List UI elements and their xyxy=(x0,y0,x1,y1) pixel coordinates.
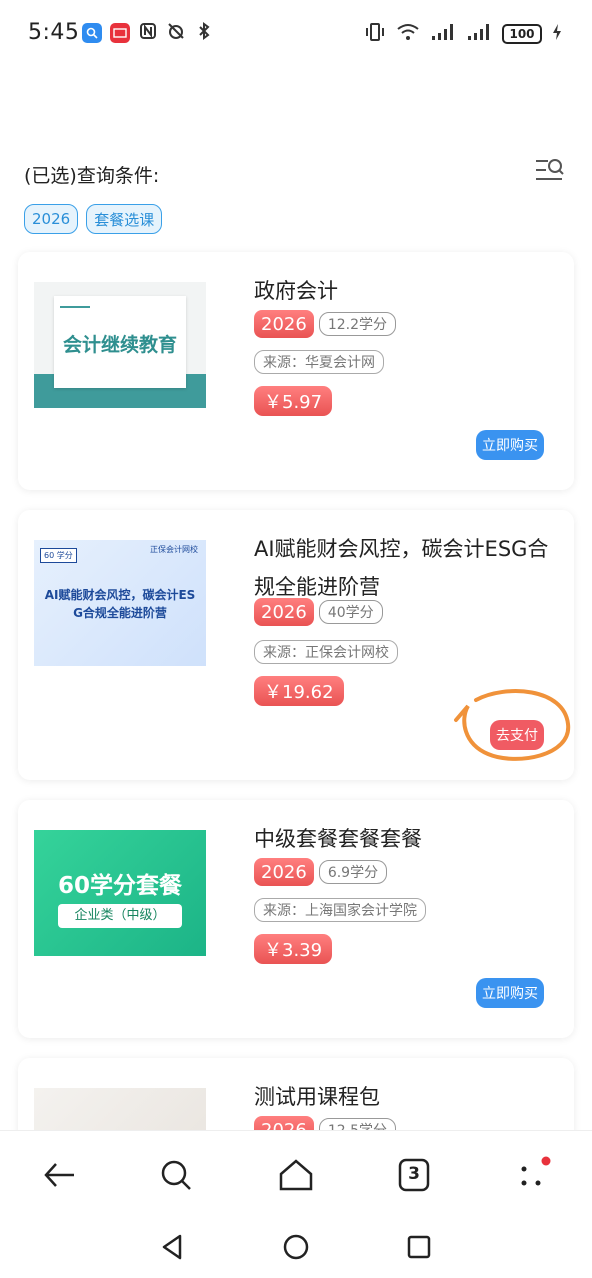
course-title: AI赋能财会风控，碳会计ESG合规全能进阶营 xyxy=(254,537,549,599)
course-title: 政府会计 xyxy=(254,279,338,303)
status-time: 5:45 xyxy=(28,20,80,45)
home-icon[interactable] xyxy=(276,1155,316,1195)
filter-title: (已选)查询条件: xyxy=(24,165,160,187)
course-source: 来源：正保会计网校 xyxy=(254,640,398,664)
thumbnail-line-2: G合规全能进阶营 xyxy=(73,606,167,620)
year-badge: 2026 xyxy=(254,598,314,626)
vibrate-icon xyxy=(364,22,386,46)
bluetooth-icon xyxy=(194,22,214,44)
course-source: 来源：上海国家会计学院 xyxy=(254,898,426,922)
course-thumbnail: 60学分套餐 企业类（中级） xyxy=(34,830,206,956)
credits-badge: 12.2学分 xyxy=(318,312,396,336)
course-thumbnail: 会计继续教育 xyxy=(34,282,206,408)
system-nav-bar xyxy=(0,1220,592,1278)
alarm-icon xyxy=(166,22,186,44)
thumbnail-logo: 正保会计网校 xyxy=(150,545,198,554)
menu-dots-icon[interactable] xyxy=(514,1155,554,1195)
course-card[interactable]: 60 学分 正保会计网校 AI赋能财会风控，碳会计ES G合规全能进阶营 AI赋… xyxy=(18,510,574,780)
course-title: 中级套餐套餐套餐 xyxy=(254,827,422,851)
system-home-icon[interactable] xyxy=(281,1232,311,1262)
buy-now-button[interactable]: 立即购买 xyxy=(476,430,544,460)
year-badge: 2026 xyxy=(254,858,314,886)
course-title: 测试用课程包 xyxy=(254,1085,380,1109)
course-thumbnail: 60 学分 正保会计网校 AI赋能财会风控，碳会计ES G合规全能进阶营 xyxy=(34,540,206,666)
nfc-icon xyxy=(138,22,158,44)
annotation-circle xyxy=(454,689,571,761)
status-icons-right: 100 xyxy=(364,22,562,46)
tabs-button[interactable]: 3 xyxy=(394,1155,434,1195)
thumbnail-line-1: AI赋能财会风控，碳会计ES xyxy=(44,588,196,602)
course-source: 来源：华夏会计网 xyxy=(254,350,384,374)
buy-now-button[interactable]: 立即购买 xyxy=(476,978,544,1008)
status-icons-left xyxy=(82,22,214,44)
signal-icon xyxy=(430,22,456,46)
filter-chips: 2026 套餐选课 xyxy=(24,204,163,234)
search-icon[interactable] xyxy=(156,1155,196,1195)
battery-icon: 100 xyxy=(502,24,542,44)
news-app-icon xyxy=(110,23,130,43)
signal-icon-2 xyxy=(466,22,492,46)
course-price: ￥19.62 xyxy=(254,676,344,706)
filter-chip-package[interactable]: 套餐选课 xyxy=(86,204,163,234)
tab-count: 3 xyxy=(408,1164,420,1184)
search-app-icon xyxy=(82,23,102,43)
course-price: ￥5.97 xyxy=(254,386,333,416)
back-arrow-icon[interactable] xyxy=(40,1155,80,1195)
thumbnail-tag: 60 学分 xyxy=(40,548,77,563)
course-price: ￥3.39 xyxy=(254,934,333,964)
credits-badge: 40学分 xyxy=(318,600,383,624)
filter-search-icon[interactable] xyxy=(534,156,566,184)
browser-bottom-nav: 3 xyxy=(0,1130,592,1220)
charging-icon xyxy=(552,23,562,45)
course-badges: 2026 6.9学分 xyxy=(254,858,388,886)
course-badges: 2026 12.2学分 xyxy=(254,310,396,338)
course-card[interactable]: 60学分套餐 企业类（中级） 中级套餐套餐套餐 2026 6.9学分 来源：上海… xyxy=(18,800,574,1038)
system-back-icon[interactable] xyxy=(158,1232,188,1262)
wifi-icon xyxy=(396,22,420,46)
year-badge: 2026 xyxy=(254,310,314,338)
thumbnail-subtitle: 企业类（中级） xyxy=(58,904,182,928)
thumbnail-text: 会计继续教育 xyxy=(62,334,177,356)
course-card[interactable]: 会计继续教育 政府会计 2026 12.2学分 来源：华夏会计网 ￥5.97 立… xyxy=(18,252,574,490)
status-bar: 5:45 100 xyxy=(0,0,592,70)
filter-chip-year[interactable]: 2026 xyxy=(24,204,79,234)
system-recents-icon[interactable] xyxy=(404,1232,434,1262)
thumbnail-text: 60学分套餐 xyxy=(57,873,182,899)
credits-badge: 6.9学分 xyxy=(318,860,388,884)
course-badges: 2026 40学分 xyxy=(254,598,383,626)
